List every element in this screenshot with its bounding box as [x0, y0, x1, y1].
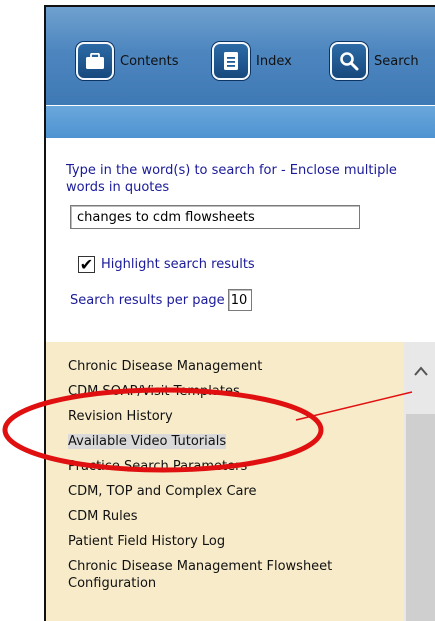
- result-item[interactable]: Chronic Disease Management: [68, 354, 393, 379]
- results-scrollbar[interactable]: [404, 342, 435, 621]
- result-item[interactable]: Chronic Disease Management Flowsheet Con…: [68, 554, 393, 596]
- result-item[interactable]: Practice Search Parameters: [68, 454, 393, 479]
- contents-button[interactable]: Contents: [76, 41, 178, 81]
- header-bar: [46, 105, 435, 138]
- toolbar: Contents Index Search: [46, 7, 435, 105]
- results-panel: Chronic Disease Management CDM SOAP/Visi…: [46, 342, 435, 621]
- highlight-checkbox[interactable]: ✔: [78, 255, 95, 273]
- highlight-row: ✔ Highlight search results: [78, 254, 255, 274]
- index-button[interactable]: Index: [212, 41, 292, 81]
- briefcase-icon: [76, 42, 114, 80]
- search-button[interactable]: Search: [330, 41, 419, 81]
- document-icon: [212, 42, 250, 80]
- result-list: Chronic Disease Management CDM SOAP/Visi…: [68, 354, 393, 596]
- result-item[interactable]: CDM SOAP/Visit Templates: [68, 379, 393, 404]
- result-item[interactable]: CDM Rules: [68, 504, 393, 529]
- scroll-thumb[interactable]: [406, 414, 435, 621]
- results-per-page-label: Search results per page: [70, 292, 225, 308]
- search-panel: Type in the word(s) to search for - Encl…: [46, 138, 435, 311]
- result-item[interactable]: Revision History: [68, 404, 393, 429]
- magnifier-icon: [330, 42, 368, 80]
- contents-label: Contents: [120, 53, 179, 69]
- result-item[interactable]: Patient Field History Log: [68, 529, 393, 554]
- results-per-page-input[interactable]: [227, 289, 252, 311]
- search-input[interactable]: [70, 205, 360, 229]
- search-label: Search: [374, 53, 419, 69]
- results-per-page-row: Search results per page: [70, 288, 252, 312]
- index-label: Index: [256, 53, 292, 69]
- highlight-label: Highlight search results: [101, 256, 255, 272]
- help-window: Contents Index Search Type in the word(s…: [44, 5, 435, 621]
- result-item[interactable]: CDM, TOP and Complex Care: [68, 479, 393, 504]
- result-item-selected[interactable]: Available Video Tutorials: [68, 429, 393, 454]
- scroll-up-icon[interactable]: [404, 360, 435, 382]
- search-instructions: Type in the word(s) to search for - Encl…: [66, 163, 397, 195]
